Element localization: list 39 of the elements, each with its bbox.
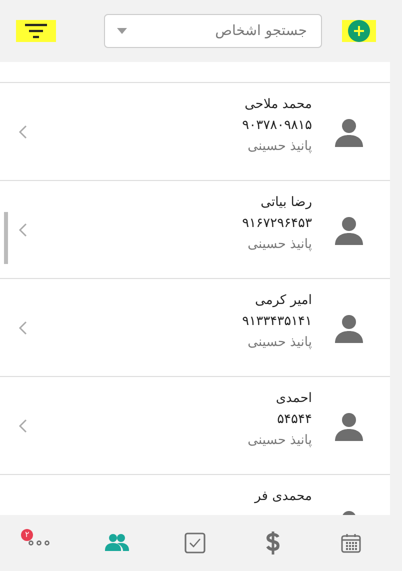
dollar-icon	[265, 531, 281, 555]
contact-name: احمدی	[276, 391, 312, 406]
filter-icon	[24, 23, 48, 39]
search-field[interactable]: جستجو اشخاص	[127, 22, 309, 40]
contact-owner: پانیذ حسینی	[248, 139, 312, 154]
chevron-icon[interactable]	[18, 320, 28, 334]
calendar-icon	[340, 532, 362, 554]
chevron-icon[interactable]	[18, 418, 28, 432]
checkbox-icon	[184, 532, 206, 554]
person-icon	[334, 214, 364, 244]
search-box[interactable]: جستجو اشخاص	[104, 14, 322, 48]
contact-row[interactable]: محمد ملاحی ۹۰۳۷۸۰۹۸۱۵ پانیذ حسینی	[0, 82, 390, 180]
contact-row[interactable]: امیر کرمی ۹۱۳۳۴۳۵۱۴۱ پانیذ حسینی	[0, 278, 390, 376]
plus-icon	[348, 20, 370, 42]
filter-button[interactable]	[16, 20, 56, 42]
notification-badge: ۲	[21, 529, 33, 541]
contact-owner: پانیذ حسینی	[248, 335, 312, 350]
nav-tab[interactable]: ۲	[19, 525, 59, 561]
person-icon	[334, 410, 364, 440]
contact-row[interactable]: احمدی ۵۴۵۴۴ پانیذ حسینی	[0, 376, 390, 474]
people-icon	[105, 533, 129, 553]
more-icon	[28, 540, 50, 546]
scrollbar[interactable]	[4, 212, 8, 264]
contact-phone: ۵۴۵۴۴	[277, 412, 312, 427]
contact-name: محمد ملاحی	[244, 97, 312, 112]
dropdown-icon	[117, 28, 127, 34]
contact-name: محمدی فر	[254, 489, 312, 504]
add-button[interactable]	[342, 20, 376, 42]
chevron-icon[interactable]	[18, 222, 28, 236]
contact-phone: ۹۱۶۷۲۹۶۴۵۳	[242, 216, 312, 231]
contact-owner: پانیذ حسینی	[248, 433, 312, 448]
contact-name: رضا بیاتی	[260, 195, 312, 210]
person-icon	[334, 312, 364, 342]
chevron-icon[interactable]	[18, 124, 28, 138]
person-icon	[334, 116, 364, 146]
contact-owner: پانیذ حسینی	[248, 237, 312, 252]
contact-name: امیر کرمی	[255, 293, 312, 308]
contact-phone: ۹۱۳۳۴۳۵۱۴۱	[242, 314, 312, 329]
contact-phone: ۹۰۳۷۸۰۹۸۱۵	[242, 118, 312, 133]
